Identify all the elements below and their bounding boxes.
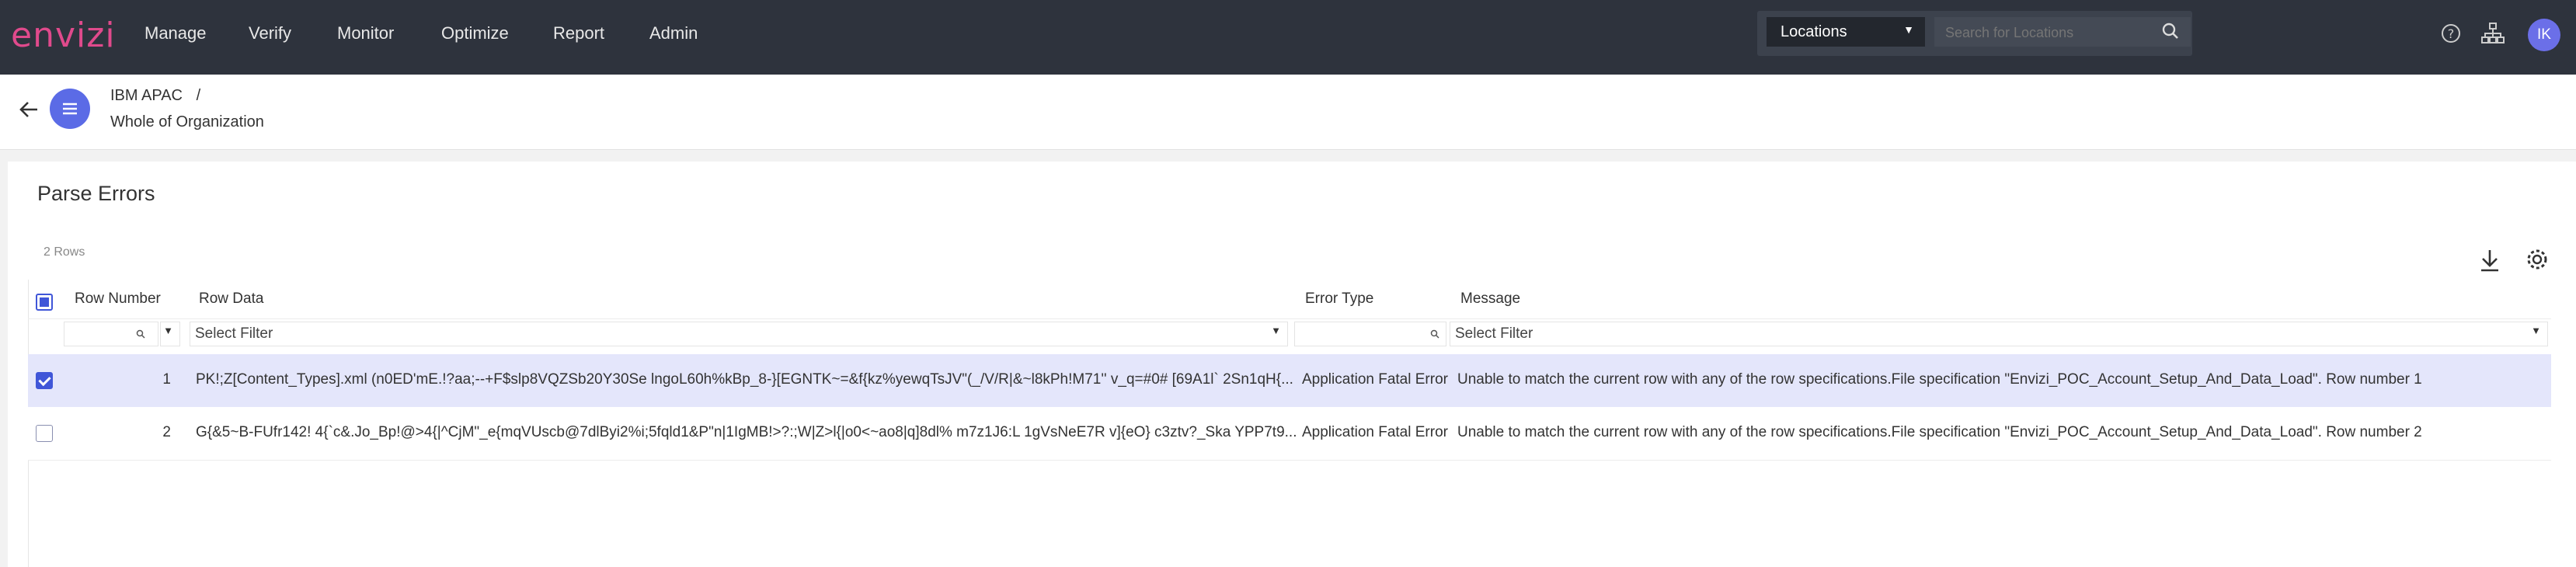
error-type-filter[interactable] <box>1294 322 1446 346</box>
menu-button[interactable] <box>50 89 90 129</box>
hamburger-icon <box>63 103 77 115</box>
back-arrow-icon[interactable] <box>17 98 40 121</box>
breadcrumb-parent-label: IBM APAC <box>110 87 183 104</box>
caret-down-icon: ▼ <box>1903 23 1914 36</box>
message-cell: Unable to match the current row with any… <box>1457 371 2422 388</box>
search-icon <box>1430 329 1439 339</box>
locations-select-label: Locations <box>1781 23 1847 40</box>
row-number-filter[interactable] <box>64 322 158 346</box>
row-number-filter-operator[interactable]: ▼ <box>160 322 180 346</box>
nav-manage[interactable]: Manage <box>144 23 207 43</box>
search-icon[interactable] <box>2161 22 2180 40</box>
message-filter[interactable]: Select Filter ▼ <box>1450 322 2548 346</box>
download-icon[interactable] <box>2478 247 2501 273</box>
column-header-row-data[interactable]: Row Data <box>199 290 263 308</box>
nav-admin[interactable]: Admin <box>649 23 698 43</box>
row-data-filter-placeholder: Select Filter <box>195 325 273 342</box>
svg-text:?: ? <box>2448 26 2455 41</box>
user-avatar[interactable]: IK <box>2528 19 2560 51</box>
column-header-message[interactable]: Message <box>1460 290 1520 308</box>
row-data-filter[interactable]: Select Filter ▼ <box>190 322 1288 346</box>
settings-gear-icon[interactable] <box>2525 247 2550 272</box>
table-row[interactable]: 1 PK!;Z[Content_Types].xml (n0ED'mE.!?aa… <box>28 354 2551 407</box>
breadcrumb-parent[interactable]: IBM APAC / <box>110 87 200 105</box>
select-all-checkbox[interactable] <box>36 294 53 311</box>
message-cell: Unable to match the current row with any… <box>1457 424 2422 440</box>
filter-row-divider <box>28 318 2551 319</box>
location-search-field <box>1934 17 2191 47</box>
search-icon <box>136 329 145 339</box>
row-number-cell: 2 <box>162 424 171 440</box>
page-title: Parse Errors <box>37 182 155 205</box>
column-header-error-type[interactable]: Error Type <box>1305 290 1373 308</box>
row-data-cell: G{&5~B-FUfr142! 4{`c&.Jo_Bp!@>4{|^CjM"_e… <box>196 424 1297 440</box>
table-row[interactable]: 2 G{&5~B-FUfr142! 4{`c&.Jo_Bp!@>4{|^CjM"… <box>28 407 2551 461</box>
error-type-cell: Application Fatal Error <box>1302 424 1448 440</box>
envizi-logo[interactable]: envizi <box>11 16 116 55</box>
breadcrumb-current: Whole of Organization <box>110 113 264 130</box>
caret-down-icon: ▼ <box>2531 325 2541 336</box>
help-icon[interactable]: ? <box>2439 22 2463 45</box>
row-checkbox[interactable] <box>36 425 53 442</box>
caret-down-icon: ▼ <box>1271 325 1281 336</box>
message-filter-placeholder: Select Filter <box>1455 325 1533 342</box>
breadcrumb-separator: / <box>196 87 201 104</box>
page-header <box>0 75 2576 150</box>
column-header-row-number[interactable]: Row Number <box>75 290 161 308</box>
location-search-input[interactable] <box>1944 22 2157 43</box>
row-number-cell: 1 <box>162 371 171 388</box>
nav-verify[interactable]: Verify <box>249 23 291 43</box>
nav-optimize[interactable]: Optimize <box>441 23 509 43</box>
row-count-label: 2 Rows <box>44 245 85 259</box>
row-data-cell: PK!;Z[Content_Types].xml (n0ED'mE.!?aa;-… <box>196 371 1293 388</box>
row-checkbox[interactable] <box>36 372 53 389</box>
error-type-cell: Application Fatal Error <box>1302 371 1448 388</box>
caret-down-icon: ▼ <box>163 325 173 336</box>
nav-report[interactable]: Report <box>553 23 604 43</box>
nav-monitor[interactable]: Monitor <box>337 23 394 43</box>
locations-select[interactable]: Locations ▼ <box>1767 17 1925 47</box>
hierarchy-icon[interactable] <box>2481 22 2505 45</box>
